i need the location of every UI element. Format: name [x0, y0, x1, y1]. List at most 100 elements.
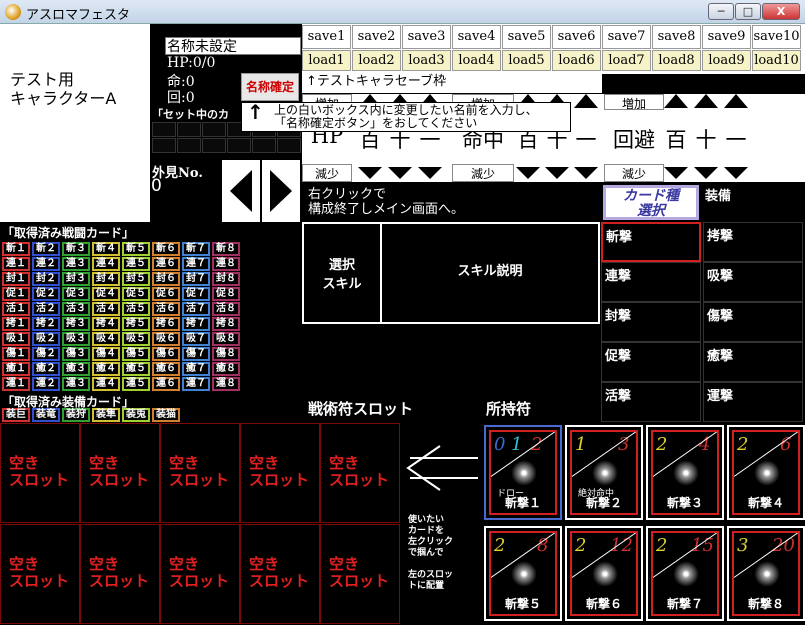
- battle-card-5-5[interactable]: 活５: [122, 302, 150, 316]
- load-button-10[interactable]: load10: [752, 50, 801, 71]
- battle-card-9-3[interactable]: 癒３: [62, 362, 90, 376]
- battle-card-9-6[interactable]: 癒６: [152, 362, 180, 376]
- empty-slot-6[interactable]: 空き スロット: [0, 524, 80, 624]
- battle-card-6-7[interactable]: 拷７: [182, 317, 210, 331]
- hp-ones-down-button[interactable]: [418, 167, 442, 179]
- battle-card-10-5[interactable]: 運５: [122, 377, 150, 391]
- load-button-1[interactable]: load1: [302, 50, 351, 71]
- save-button-9[interactable]: save9: [702, 25, 751, 49]
- load-button-6[interactable]: load6: [552, 50, 601, 71]
- battle-card-7-2[interactable]: 吸２: [32, 332, 60, 346]
- equip-card-4[interactable]: 装隼: [92, 408, 120, 422]
- battle-card-7-1[interactable]: 吸１: [2, 332, 30, 346]
- category-4-right[interactable]: 癒撃: [703, 342, 803, 382]
- battle-card-4-5[interactable]: 促５: [122, 287, 150, 301]
- battle-card-2-6[interactable]: 連６: [152, 257, 180, 271]
- minimize-button[interactable]: ─: [708, 3, 734, 20]
- battle-card-7-5[interactable]: 吸５: [122, 332, 150, 346]
- battle-card-9-5[interactable]: 癒５: [122, 362, 150, 376]
- battle-card-4-2[interactable]: 促２: [32, 287, 60, 301]
- evade-ones-up-button[interactable]: [724, 94, 748, 108]
- category-5-right[interactable]: 運撃: [703, 382, 803, 422]
- skill-select[interactable]: 選択 スキル: [304, 224, 380, 322]
- battle-card-7-4[interactable]: 吸４: [92, 332, 120, 346]
- battle-card-8-8[interactable]: 傷８: [212, 347, 240, 361]
- card-type-select-button[interactable]: カード種 選択: [603, 185, 699, 220]
- hp-tens-down-button[interactable]: [388, 167, 412, 179]
- owned-card-6[interactable]: 2 12 斬撃６: [565, 526, 643, 621]
- name-confirm-button[interactable]: 名称確定: [241, 73, 299, 101]
- equip-card-2[interactable]: 装竜: [32, 408, 60, 422]
- battle-card-4-7[interactable]: 促７: [182, 287, 210, 301]
- battle-card-2-7[interactable]: 連７: [182, 257, 210, 271]
- category-3-right[interactable]: 傷撃: [703, 302, 803, 342]
- hit-ones-down-button[interactable]: [574, 167, 598, 179]
- category-1-left[interactable]: 斬撃: [601, 222, 701, 262]
- battle-card-8-1[interactable]: 傷１: [2, 347, 30, 361]
- equip-card-3[interactable]: 装狩: [62, 408, 90, 422]
- battle-card-4-4[interactable]: 促４: [92, 287, 120, 301]
- battle-card-6-4[interactable]: 拷４: [92, 317, 120, 331]
- save-button-2[interactable]: save2: [352, 25, 401, 49]
- evade-ones-down-button[interactable]: [724, 167, 748, 179]
- battle-card-4-8[interactable]: 促８: [212, 287, 240, 301]
- category-4-left[interactable]: 促撃: [601, 342, 701, 382]
- battle-card-3-8[interactable]: 封８: [212, 272, 240, 286]
- empty-slot-3[interactable]: 空き スロット: [160, 423, 240, 523]
- battle-card-5-8[interactable]: 活８: [212, 302, 240, 316]
- battle-card-4-1[interactable]: 促１: [2, 287, 30, 301]
- owned-card-1[interactable]: 012ドロー斬撃１: [484, 425, 562, 520]
- battle-card-10-8[interactable]: 運８: [212, 377, 240, 391]
- battle-card-3-3[interactable]: 封３: [62, 272, 90, 286]
- evade-hundreds-up-button[interactable]: [664, 94, 688, 108]
- battle-card-7-6[interactable]: 吸６: [152, 332, 180, 346]
- load-button-8[interactable]: load8: [652, 50, 701, 71]
- battle-card-1-2[interactable]: 斬２: [32, 242, 60, 256]
- save-button-4[interactable]: save4: [452, 25, 501, 49]
- battle-card-3-5[interactable]: 封５: [122, 272, 150, 286]
- load-button-3[interactable]: load3: [402, 50, 451, 71]
- battle-card-5-6[interactable]: 活６: [152, 302, 180, 316]
- evade-tens-up-button[interactable]: [694, 94, 718, 108]
- empty-slot-4[interactable]: 空き スロット: [240, 423, 320, 523]
- category-5-left[interactable]: 活撃: [601, 382, 701, 422]
- battle-card-1-8[interactable]: 斬８: [212, 242, 240, 256]
- equip-card-5[interactable]: 装兎: [122, 408, 150, 422]
- battle-card-10-2[interactable]: 運２: [32, 377, 60, 391]
- empty-slot-9[interactable]: 空き スロット: [240, 524, 320, 624]
- battle-card-3-2[interactable]: 封２: [32, 272, 60, 286]
- close-button[interactable]: X: [762, 3, 800, 20]
- evade-hundreds-down-button[interactable]: [664, 167, 688, 179]
- battle-card-2-8[interactable]: 連８: [212, 257, 240, 271]
- owned-card-2[interactable]: 1 3 絶対命中 斬撃２: [565, 425, 643, 520]
- empty-slot-8[interactable]: 空き スロット: [160, 524, 240, 624]
- battle-card-8-6[interactable]: 傷６: [152, 347, 180, 361]
- battle-card-2-4[interactable]: 連４: [92, 257, 120, 271]
- save-button-5[interactable]: save5: [502, 25, 551, 49]
- battle-card-5-4[interactable]: 活４: [92, 302, 120, 316]
- battle-card-5-1[interactable]: 活１: [2, 302, 30, 316]
- battle-card-10-6[interactable]: 運６: [152, 377, 180, 391]
- battle-card-8-3[interactable]: 傷３: [62, 347, 90, 361]
- save-button-7[interactable]: save7: [602, 25, 651, 49]
- save-button-1[interactable]: save1: [302, 25, 351, 49]
- battle-card-2-3[interactable]: 連３: [62, 257, 90, 271]
- equip-card-6[interactable]: 装猫: [152, 408, 180, 422]
- battle-card-5-3[interactable]: 活３: [62, 302, 90, 316]
- battle-card-1-5[interactable]: 斬５: [122, 242, 150, 256]
- load-button-4[interactable]: load4: [452, 50, 501, 71]
- save-button-3[interactable]: save3: [402, 25, 451, 49]
- battle-card-3-6[interactable]: 封６: [152, 272, 180, 286]
- hp-hundreds-down-button[interactable]: [358, 167, 382, 179]
- battle-card-6-8[interactable]: 拷８: [212, 317, 240, 331]
- battle-card-8-2[interactable]: 傷２: [32, 347, 60, 361]
- battle-card-10-4[interactable]: 運４: [92, 377, 120, 391]
- battle-card-1-3[interactable]: 斬３: [62, 242, 90, 256]
- load-button-5[interactable]: load5: [502, 50, 551, 71]
- battle-card-5-7[interactable]: 活７: [182, 302, 210, 316]
- save-button-6[interactable]: save6: [552, 25, 601, 49]
- hit-tens-down-button[interactable]: [545, 167, 569, 179]
- load-button-2[interactable]: load2: [352, 50, 401, 71]
- save-button-8[interactable]: save8: [652, 25, 701, 49]
- owned-card-8[interactable]: 3 20 斬撃８: [727, 526, 805, 621]
